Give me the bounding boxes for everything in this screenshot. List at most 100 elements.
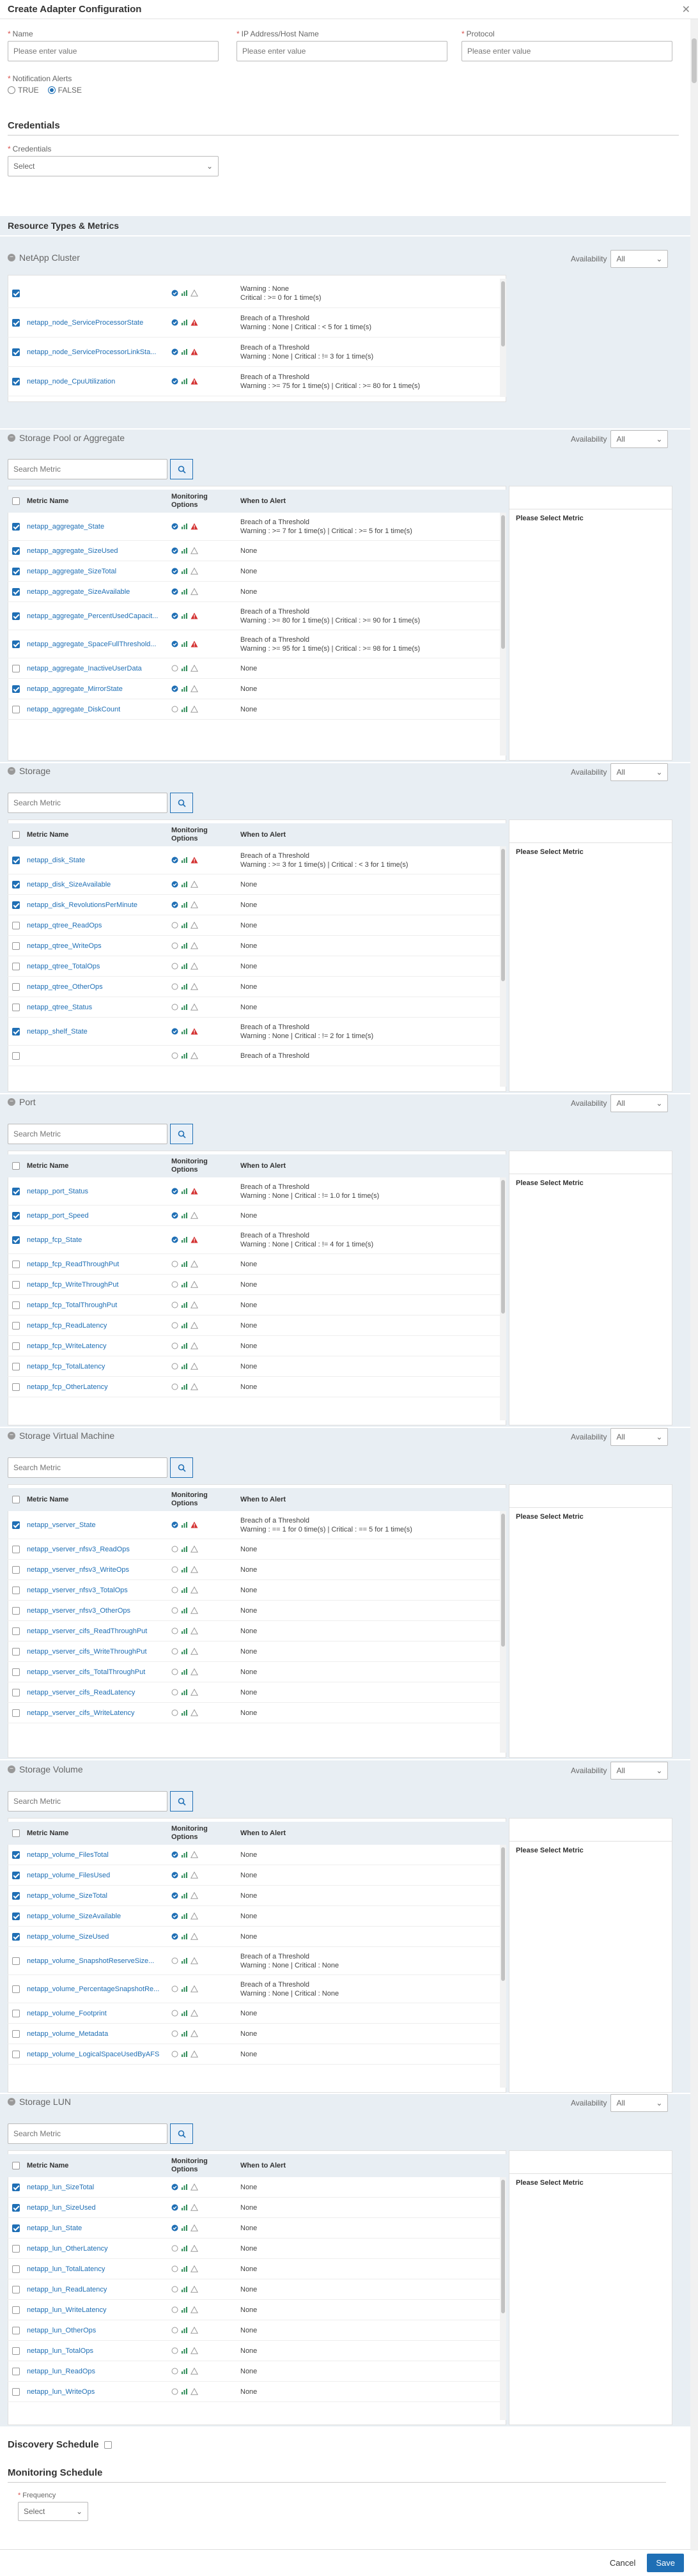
availability-select[interactable]: All ⌄ (610, 763, 669, 781)
alert-triangle-icon[interactable] (190, 319, 198, 326)
circle-icon[interactable] (171, 2051, 178, 2058)
table-scrollbar-thumb[interactable] (501, 515, 505, 649)
collapse-icon[interactable]: − (8, 1765, 15, 1773)
alert-triangle-outline-icon[interactable] (190, 2204, 198, 2211)
table-row[interactable]: netapp_node_CpuUtilization Breach of a Th… (8, 367, 506, 396)
row-checkbox[interactable] (12, 962, 20, 970)
metric-name-link[interactable]: netapp_vserver_nfsv3_ReadOps (24, 1546, 171, 1553)
check-circle-icon[interactable] (171, 1521, 178, 1528)
radio-false-dot[interactable] (47, 86, 56, 94)
table-row[interactable]: netapp_lun_ReadOps NoneNone (8, 2361, 506, 2382)
check-circle-icon[interactable] (171, 1913, 178, 1920)
graph-bars-icon[interactable] (181, 1587, 188, 1594)
graph-bars-icon[interactable] (181, 1957, 188, 1964)
circle-icon[interactable] (171, 1648, 178, 1655)
table-row[interactable]: netapp_volume_PercentageSnapshotRe... Bre… (8, 1975, 506, 2003)
graph-bars-icon[interactable] (181, 348, 188, 355)
metric-name-link[interactable]: netapp_shelf_State (24, 1028, 171, 1036)
section-title[interactable]: − Port (8, 1097, 36, 1107)
row-checkbox[interactable] (12, 318, 20, 327)
alert-triangle-outline-icon[interactable] (190, 706, 198, 713)
metric-name-link[interactable]: netapp_vserver_cifs_WriteThroughPut (24, 1648, 171, 1656)
row-checkbox[interactable] (12, 664, 20, 672)
alert-triangle-outline-icon[interactable] (190, 1892, 198, 1899)
graph-bars-icon[interactable] (181, 1913, 188, 1920)
alert-triangle-outline-icon[interactable] (190, 963, 198, 970)
check-circle-icon[interactable] (171, 523, 178, 530)
circle-icon[interactable] (171, 2327, 178, 2334)
circle-icon[interactable] (171, 2347, 178, 2354)
alert-triangle-outline-icon[interactable] (190, 1689, 198, 1696)
collapse-icon[interactable]: − (8, 767, 15, 775)
alert-triangle-outline-icon[interactable] (190, 2265, 198, 2272)
graph-bars-icon[interactable] (181, 1709, 188, 1716)
table-row[interactable]: netapp_vserver_cifs_WriteThroughPut NoneN… (8, 1641, 506, 1662)
circle-icon[interactable] (171, 1383, 178, 1390)
circle-icon[interactable] (171, 2245, 178, 2252)
metric-name-link[interactable]: netapp_lun_WriteLatency (24, 2306, 171, 2314)
check-circle-icon[interactable] (171, 1872, 178, 1879)
graph-bars-icon[interactable] (181, 1188, 188, 1195)
row-checkbox[interactable] (12, 1003, 20, 1011)
availability-select[interactable]: All ⌄ (610, 430, 669, 448)
alert-triangle-outline-icon[interactable] (190, 1546, 198, 1553)
table-row[interactable]: netapp_shelf_State Breach of a Threshold|… (8, 1018, 506, 1046)
graph-bars-icon[interactable] (181, 1281, 188, 1288)
alert-triangle-icon[interactable] (190, 612, 198, 619)
metric-name-link[interactable]: netapp_lun_ReadLatency (24, 2286, 171, 2293)
check-circle-icon[interactable] (171, 348, 178, 355)
table-row[interactable]: netapp_vserver_cifs_WriteLatency NoneNone (8, 1703, 506, 1723)
row-checkbox[interactable] (12, 705, 20, 713)
graph-bars-icon[interactable] (181, 612, 188, 619)
check-circle-icon[interactable] (171, 1236, 178, 1243)
table-row[interactable]: netapp_fcp_State Breach of a Threshold|Wa… (8, 1226, 506, 1254)
row-checkbox[interactable] (12, 880, 20, 888)
search-input[interactable] (8, 1791, 167, 1812)
search-input[interactable] (8, 2123, 167, 2144)
circle-icon[interactable] (171, 942, 178, 949)
table-scrollbar-thumb[interactable] (501, 849, 505, 981)
page-scrollbar[interactable] (690, 19, 698, 2550)
row-checkbox[interactable] (12, 1280, 20, 1289)
alert-triangle-outline-icon[interactable] (190, 983, 198, 990)
table-row[interactable]: netapp_lun_WriteLatency NoneNone (8, 2300, 506, 2320)
graph-bars-icon[interactable] (181, 963, 188, 970)
availability-select[interactable]: All ⌄ (610, 250, 669, 268)
table-row[interactable]: netapp_aggregate_SizeAvailable NoneNone (8, 582, 506, 602)
metric-name-link[interactable]: netapp_volume_Footprint (24, 2010, 171, 2017)
alert-triangle-outline-icon[interactable] (190, 1648, 198, 1655)
graph-bars-icon[interactable] (181, 588, 188, 595)
table-row[interactable]: netapp_fcp_OtherLatency NoneNone (8, 1377, 506, 1397)
alert-triangle-outline-icon[interactable] (190, 881, 198, 888)
check-circle-icon[interactable] (171, 881, 178, 888)
alert-triangle-outline-icon[interactable] (190, 1957, 198, 1964)
alert-triangle-outline-icon[interactable] (190, 1212, 198, 1219)
check-circle-icon[interactable] (171, 2224, 178, 2231)
table-row[interactable]: netapp_volume_SizeAvailable NoneNone (8, 1906, 506, 1927)
row-checkbox[interactable] (12, 1321, 20, 1330)
alert-triangle-outline-icon[interactable] (190, 2245, 198, 2252)
row-checkbox[interactable] (12, 1709, 20, 1717)
check-circle-icon[interactable] (171, 685, 178, 692)
table-row[interactable]: netapp_volume_SizeTotal NoneNone (8, 1886, 506, 1906)
alert-triangle-outline-icon[interactable] (190, 1281, 198, 1288)
collapse-icon[interactable]: − (8, 1098, 15, 1106)
metric-name-link[interactable]: netapp_qtree_WriteOps (24, 942, 171, 950)
table-row[interactable]: netapp_vserver_nfsv3_TotalOps NoneNone (8, 1580, 506, 1601)
alert-triangle-outline-icon[interactable] (190, 1383, 198, 1390)
metric-name-link[interactable]: netapp_aggregate_SizeUsed (24, 547, 171, 555)
table-row[interactable]: netapp_aggregate_SizeTotal NoneNone (8, 561, 506, 582)
search-input[interactable] (8, 459, 167, 479)
table-row[interactable]: netapp_aggregate_DiskCount NoneNone (8, 699, 506, 720)
table-scrollbar[interactable] (500, 1177, 506, 1420)
cancel-button[interactable]: Cancel (603, 2554, 642, 2572)
graph-bars-icon[interactable] (181, 2265, 188, 2272)
alert-triangle-outline-icon[interactable] (190, 2224, 198, 2231)
table-row[interactable]: netapp_aggregate_PercentUsedCapacit... Br… (8, 602, 506, 630)
alert-triangle-icon[interactable] (190, 640, 198, 648)
alert-triangle-outline-icon[interactable] (190, 547, 198, 554)
metric-name-link[interactable]: netapp_vserver_cifs_ReadThroughPut (24, 1627, 171, 1635)
graph-bars-icon[interactable] (181, 983, 188, 990)
page-scrollbar-thumb[interactable] (692, 38, 697, 83)
check-circle-icon[interactable] (171, 1212, 178, 1219)
